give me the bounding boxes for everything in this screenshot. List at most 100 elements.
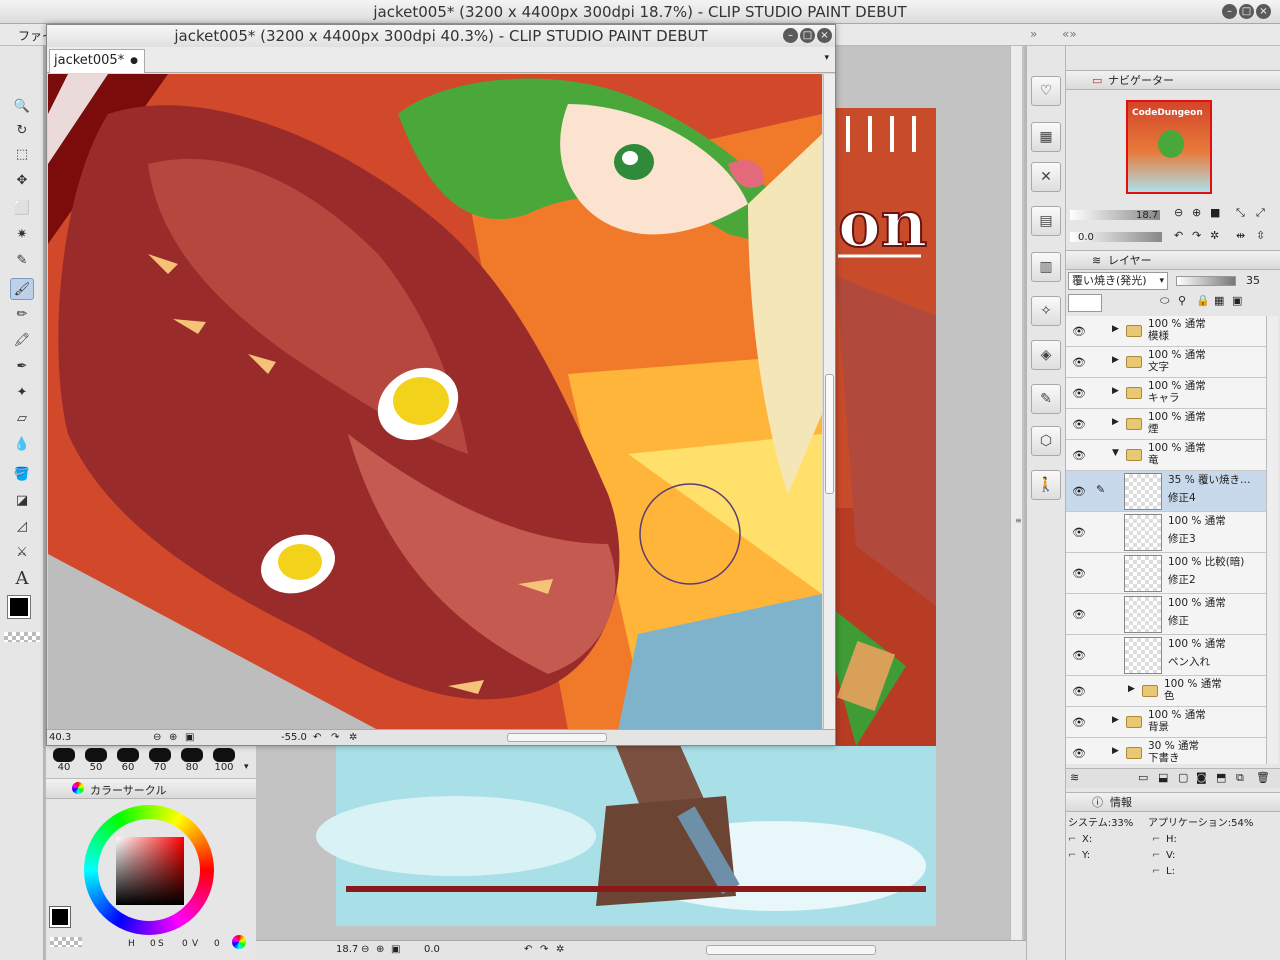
layer-row[interactable]: 👁 ▶ 30 % 通常 下書き xyxy=(1066,738,1266,764)
visibility-eye-icon[interactable]: 👁 xyxy=(1072,356,1086,369)
sub-fit-icon[interactable]: ▣ xyxy=(185,730,194,745)
eyedropper-tool-icon[interactable]: ✎ xyxy=(10,250,34,272)
decoration-tool-icon[interactable]: ✦ xyxy=(10,382,34,404)
navigator-angle-value[interactable]: 0.0 xyxy=(1078,232,1094,243)
sub-view-icon[interactable]: ✧ xyxy=(1031,296,1061,326)
clip-layer-icon[interactable]: ⬭ xyxy=(1160,294,1169,308)
material-heart-icon[interactable]: ♡ xyxy=(1031,76,1061,106)
info-panel-title[interactable]: 情報 xyxy=(1110,794,1132,812)
layer-row[interactable]: 👁 ▶ 100 % 通常 文字 xyxy=(1066,347,1266,378)
reset-rotation-icon[interactable]: ✲ xyxy=(556,941,564,959)
visibility-eye-icon[interactable]: 👁 xyxy=(1072,649,1086,662)
layer-thumbnail[interactable] xyxy=(1124,514,1162,551)
layer-name[interactable]: 煙 xyxy=(1148,423,1159,436)
brush-size-100[interactable]: 100 xyxy=(210,748,238,773)
visibility-eye-icon[interactable]: 👁 xyxy=(1072,716,1086,729)
nav-actual-size-icon[interactable]: ■ xyxy=(1210,206,1220,219)
visibility-eye-icon[interactable]: 👁 xyxy=(1072,526,1086,539)
new-folder-icon[interactable]: ▢ xyxy=(1178,771,1188,784)
figure-pose-icon[interactable]: 🚶 xyxy=(1031,470,1061,500)
sub-reset-rotation-icon[interactable]: ✲ xyxy=(349,730,357,745)
transform-tool-icon[interactable]: ⬚ xyxy=(10,144,34,166)
mask-enable-icon[interactable]: ▣ xyxy=(1232,294,1242,307)
nav-fit-icon[interactable]: ⤡ xyxy=(1236,206,1245,220)
tab-menu-arrow-icon[interactable]: ▾ xyxy=(824,53,829,63)
object-tool-icon[interactable]: ✥ xyxy=(10,170,34,192)
rotate-tool-icon[interactable]: ↻ xyxy=(10,120,34,142)
layer-row[interactable]: 👁 ▶ 100 % 通常 背景 xyxy=(1066,707,1266,738)
transparent-swatch[interactable] xyxy=(4,632,40,642)
layer-row[interactable]: 👁 100 % 通常 ペン入れ xyxy=(1066,635,1266,676)
layer-name[interactable]: 下書き xyxy=(1148,752,1180,764)
layer-color-select[interactable] xyxy=(1068,294,1102,312)
sub-rotate-right-icon[interactable]: ↷ xyxy=(331,730,339,745)
color-mode-icon[interactable] xyxy=(232,935,246,949)
brush-size-60[interactable]: 60 xyxy=(114,748,142,773)
visibility-eye-icon[interactable]: 👁 xyxy=(1072,485,1086,498)
navigator-thumbnail[interactable]: CodeDungeon xyxy=(1126,100,1212,194)
new-raster-layer-icon[interactable]: ▭ xyxy=(1138,771,1148,784)
wand-tool-icon[interactable]: ✷ xyxy=(10,224,34,246)
layer-row[interactable]: 👁 ▶ 100 % 通常 模様 xyxy=(1066,316,1266,347)
visibility-eye-icon[interactable]: 👁 xyxy=(1072,387,1086,400)
collapse-arrows-icon[interactable]: » xyxy=(1030,27,1037,41)
layer-row[interactable]: 👁 100 % 通常 修正3 xyxy=(1066,512,1266,553)
visibility-eye-icon[interactable]: 👁 xyxy=(1072,325,1086,338)
folder-expand-icon[interactable]: ▶ xyxy=(1112,417,1119,427)
image-material-icon[interactable]: ▦ xyxy=(1031,122,1061,152)
navigator-title[interactable]: ナビゲーター xyxy=(1108,72,1174,90)
zoom-out-icon[interactable]: ⊖ xyxy=(361,941,369,959)
visibility-eye-icon[interactable]: 👁 xyxy=(1072,567,1086,580)
layer-name[interactable]: 模様 xyxy=(1148,330,1169,343)
rotate-right-icon[interactable]: ↷ xyxy=(540,941,548,959)
new-vector-layer-icon[interactable]: ⬓ xyxy=(1158,771,1168,784)
layer-thumbnail[interactable] xyxy=(1124,555,1162,592)
folder-collapse-icon[interactable]: ▼ xyxy=(1112,448,1119,458)
brush-size-50[interactable]: 50 xyxy=(82,748,110,773)
delete-layer-icon[interactable]: 🗑 xyxy=(1256,771,1270,784)
opacity-slider[interactable] xyxy=(1176,276,1236,286)
document-tab[interactable]: jacket005* ● xyxy=(49,49,145,73)
unsaved-dot-icon[interactable]: ● xyxy=(130,50,138,72)
main-color-swatch[interactable] xyxy=(7,595,31,619)
minimize-icon[interactable]: – xyxy=(1222,4,1237,19)
sub-hscroll[interactable] xyxy=(507,733,607,742)
visibility-eye-icon[interactable]: 👁 xyxy=(1072,418,1086,431)
layer-name[interactable]: 色 xyxy=(1164,690,1175,703)
layer-name[interactable]: ペン入れ xyxy=(1168,656,1210,669)
visibility-eye-icon[interactable]: 👁 xyxy=(1072,685,1086,698)
nav-rotate-right-icon[interactable]: ↷ xyxy=(1192,229,1201,242)
box-icon[interactable]: ⬡ xyxy=(1031,426,1061,456)
zoom-tool-icon[interactable]: 🔍 xyxy=(10,96,34,118)
layer-thumbnail[interactable] xyxy=(1124,637,1162,674)
layer-row[interactable]: 👁 ▶ 100 % 通常色 xyxy=(1066,676,1266,707)
layer-row[interactable]: 👁 ✎ 35 % 覆い焼き… 修正4 xyxy=(1066,471,1266,512)
close-icon[interactable]: × xyxy=(1256,4,1271,19)
sub-close-icon[interactable]: × xyxy=(817,28,832,43)
layer-property-icon[interactable]: ▥ xyxy=(1031,252,1061,282)
layer-name[interactable]: 修正3 xyxy=(1168,533,1196,546)
sub-canvas[interactable] xyxy=(48,74,822,730)
lock-layer-icon[interactable]: 🔒 xyxy=(1196,294,1210,307)
tone-material-icon[interactable]: ▤ xyxy=(1031,206,1061,236)
layer-row[interactable]: 👁 ▶ 100 % 通常煙 xyxy=(1066,409,1266,440)
layer-list-scrollbar[interactable] xyxy=(1266,316,1278,764)
sub-maximize-icon[interactable]: □ xyxy=(800,28,815,43)
eraser-tool-icon[interactable]: ▱ xyxy=(10,408,34,430)
paint-tool-icon[interactable]: 🖍 xyxy=(10,330,34,352)
navigator-zoom-value[interactable]: 18.7 xyxy=(1136,210,1158,221)
layer-panel-title[interactable]: レイヤー xyxy=(1108,252,1152,270)
nav-flip-h-icon[interactable]: ⇹ xyxy=(1236,229,1245,242)
rotate-left-icon[interactable]: ↶ xyxy=(524,941,532,959)
layer-name[interactable]: 修正4 xyxy=(1168,492,1196,505)
nav-fit-width-icon[interactable]: ⤢ xyxy=(1256,206,1265,220)
blend-tool-icon[interactable]: 💧 xyxy=(10,434,34,456)
gradient-tool-icon[interactable]: ◪ xyxy=(10,490,34,512)
main-hscroll[interactable] xyxy=(706,945,876,955)
text-tool-icon[interactable]: A xyxy=(10,568,34,590)
reference-layer-icon[interactable]: ⚲ xyxy=(1178,294,1186,307)
brush-size-40[interactable]: 40 xyxy=(50,748,78,773)
sub-zoom-out-icon[interactable]: ⊖ xyxy=(153,730,161,745)
nav-rotate-left-icon[interactable]: ↶ xyxy=(1174,229,1183,242)
main-angle-value[interactable]: 0.0 xyxy=(424,941,440,959)
